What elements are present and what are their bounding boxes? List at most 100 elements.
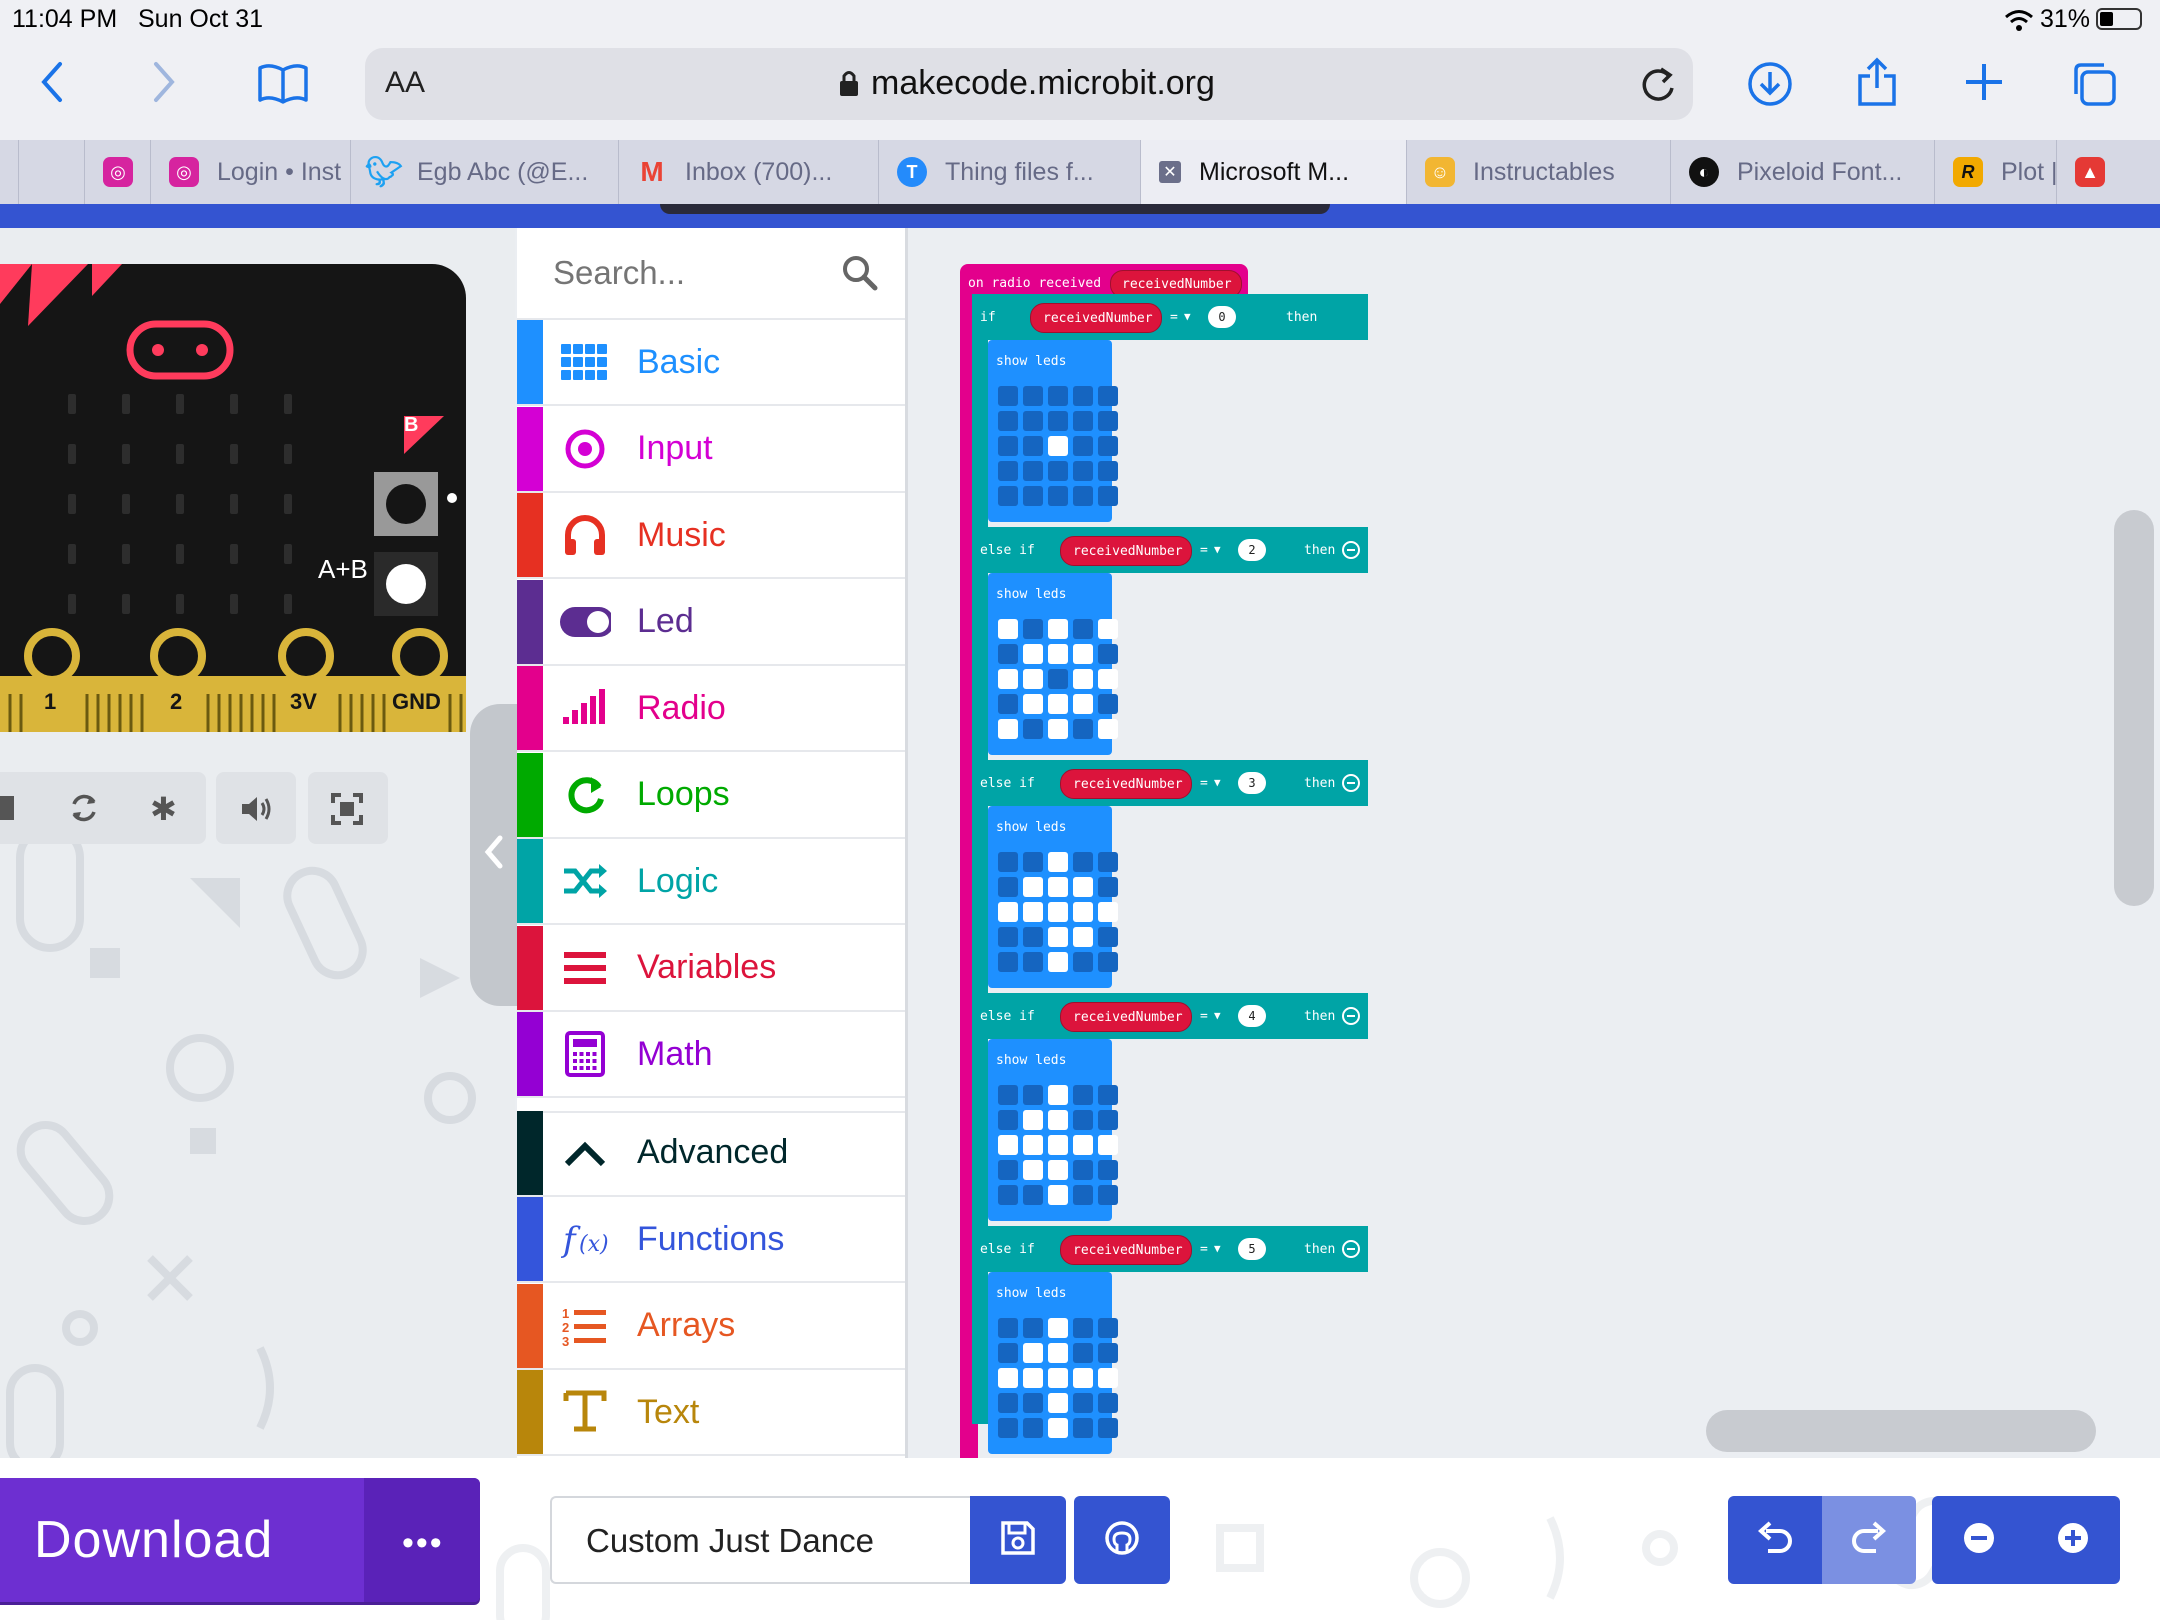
share-icon[interactable] bbox=[1856, 56, 1898, 113]
tab-login-instagram[interactable]: ◎ Login • Inst bbox=[150, 140, 350, 204]
led-off[interactable] bbox=[1023, 411, 1043, 431]
led-off[interactable] bbox=[1098, 1418, 1118, 1438]
led-off[interactable] bbox=[998, 952, 1018, 972]
led-off[interactable] bbox=[1048, 461, 1068, 481]
led-off[interactable] bbox=[1098, 644, 1118, 664]
led-off[interactable] bbox=[998, 486, 1018, 506]
led-on[interactable] bbox=[1098, 1135, 1118, 1155]
led-on[interactable] bbox=[1048, 902, 1068, 922]
led-off[interactable] bbox=[1023, 436, 1043, 456]
led-on[interactable] bbox=[1023, 644, 1043, 664]
redo-button[interactable] bbox=[1822, 1496, 1916, 1584]
led-on[interactable] bbox=[1073, 1368, 1093, 1388]
led-on[interactable] bbox=[1023, 1110, 1043, 1130]
led-on[interactable] bbox=[1073, 902, 1093, 922]
category-arrays[interactable]: 1 2 3 Arrays bbox=[517, 1283, 907, 1370]
led-on[interactable] bbox=[1023, 1135, 1043, 1155]
category-text[interactable]: Text bbox=[517, 1370, 907, 1456]
microbit-simulator[interactable]: B A+B 1 2 3V GND bbox=[0, 264, 466, 732]
forward-icon[interactable] bbox=[148, 60, 178, 109]
led-on[interactable] bbox=[1073, 1135, 1093, 1155]
led-off[interactable] bbox=[998, 1185, 1018, 1205]
save-button[interactable] bbox=[970, 1496, 1066, 1584]
led-off[interactable] bbox=[998, 877, 1018, 897]
else-if-condition-row[interactable]: else if receivedNumber = ▼ 2 then bbox=[972, 527, 1368, 573]
led-off[interactable] bbox=[1023, 486, 1043, 506]
led-off[interactable] bbox=[1048, 669, 1068, 689]
category-functions[interactable]: f (x) Functions bbox=[517, 1197, 907, 1283]
led-off[interactable] bbox=[1098, 1343, 1118, 1363]
led-off[interactable] bbox=[998, 1110, 1018, 1130]
show-leds-block[interactable]: show leds bbox=[988, 806, 1118, 988]
remove-branch-icon[interactable] bbox=[1342, 774, 1360, 792]
remove-branch-icon[interactable] bbox=[1342, 1007, 1360, 1025]
category-radio[interactable]: Radio bbox=[517, 666, 907, 752]
led-on[interactable] bbox=[1048, 927, 1068, 947]
led-on[interactable] bbox=[1073, 694, 1093, 714]
show-leds-block[interactable]: show leds bbox=[988, 1272, 1118, 1454]
compare-operator-dropdown[interactable]: = ▼ bbox=[1200, 1007, 1234, 1025]
tab-gmail[interactable]: M Inbox (700)... bbox=[618, 140, 878, 204]
led-off[interactable] bbox=[1098, 927, 1118, 947]
led-off[interactable] bbox=[1098, 1185, 1118, 1205]
tab-instagram-pinned[interactable]: ◎ bbox=[84, 140, 150, 204]
blocks-workspace[interactable]: on radio received receivedNumber if receive… bbox=[908, 228, 2160, 1462]
led-off[interactable] bbox=[1098, 411, 1118, 431]
led-off[interactable] bbox=[1073, 1393, 1093, 1413]
led-off[interactable] bbox=[1023, 1393, 1043, 1413]
bookmarks-icon[interactable] bbox=[256, 60, 310, 111]
led-on[interactable] bbox=[1048, 1110, 1068, 1130]
stop-icon[interactable] bbox=[0, 796, 14, 820]
horizontal-scrollbar[interactable] bbox=[1706, 1410, 2096, 1452]
led-on[interactable] bbox=[1098, 902, 1118, 922]
led-off[interactable] bbox=[998, 1318, 1018, 1338]
led-off[interactable] bbox=[1098, 1318, 1118, 1338]
compare-operator-dropdown[interactable]: = ▼ bbox=[1200, 774, 1234, 792]
github-button[interactable] bbox=[1074, 1496, 1170, 1584]
led-on[interactable] bbox=[1048, 1393, 1068, 1413]
led-on[interactable] bbox=[1073, 644, 1093, 664]
category-logic[interactable]: Logic bbox=[517, 839, 907, 925]
led-on[interactable] bbox=[998, 1368, 1018, 1388]
tab-microsoft-makecode[interactable]: ✕ Microsoft M... bbox=[1140, 140, 1406, 204]
led-off[interactable] bbox=[1073, 436, 1093, 456]
led-off[interactable] bbox=[998, 461, 1018, 481]
category-math[interactable]: Math bbox=[517, 1012, 907, 1098]
led-on[interactable] bbox=[1023, 694, 1043, 714]
led-on[interactable] bbox=[1023, 1368, 1043, 1388]
close-tab-icon[interactable]: ✕ bbox=[1159, 161, 1181, 183]
led-on[interactable] bbox=[998, 719, 1018, 739]
led-on[interactable] bbox=[1098, 669, 1118, 689]
led-off[interactable] bbox=[1023, 619, 1043, 639]
led-on[interactable] bbox=[1098, 619, 1118, 639]
led-on[interactable] bbox=[1048, 1343, 1068, 1363]
fullscreen-button[interactable] bbox=[308, 772, 388, 844]
led-off[interactable] bbox=[1048, 386, 1068, 406]
category-advanced[interactable]: Advanced bbox=[517, 1110, 907, 1197]
compare-operator-dropdown[interactable]: = ▼ bbox=[1200, 1240, 1234, 1258]
led-off[interactable] bbox=[998, 386, 1018, 406]
led-off[interactable] bbox=[998, 1085, 1018, 1105]
led-on[interactable] bbox=[998, 619, 1018, 639]
led-on[interactable] bbox=[998, 669, 1018, 689]
led-off[interactable] bbox=[1098, 486, 1118, 506]
number-value[interactable]: 4 bbox=[1238, 1005, 1266, 1027]
search-icon[interactable] bbox=[841, 254, 879, 297]
zoom-in-button[interactable] bbox=[2026, 1496, 2120, 1584]
led-off[interactable] bbox=[1073, 719, 1093, 739]
number-value[interactable]: 2 bbox=[1238, 539, 1266, 561]
led-on[interactable] bbox=[1098, 719, 1118, 739]
led-off[interactable] bbox=[1073, 461, 1093, 481]
led-off[interactable] bbox=[998, 852, 1018, 872]
led-off[interactable] bbox=[1048, 486, 1068, 506]
led-off[interactable] bbox=[1023, 852, 1043, 872]
compare-operator-dropdown[interactable]: = ▼ bbox=[1200, 541, 1234, 559]
download-button[interactable]: Download ••• bbox=[0, 1478, 480, 1602]
led-off[interactable] bbox=[1023, 1085, 1043, 1105]
led-off[interactable] bbox=[998, 411, 1018, 431]
variable-received-number[interactable]: receivedNumber bbox=[1060, 769, 1192, 799]
category-music[interactable]: Music bbox=[517, 493, 907, 579]
led-on[interactable] bbox=[1023, 669, 1043, 689]
led-off[interactable] bbox=[1098, 1393, 1118, 1413]
download-icon[interactable] bbox=[1746, 60, 1794, 113]
